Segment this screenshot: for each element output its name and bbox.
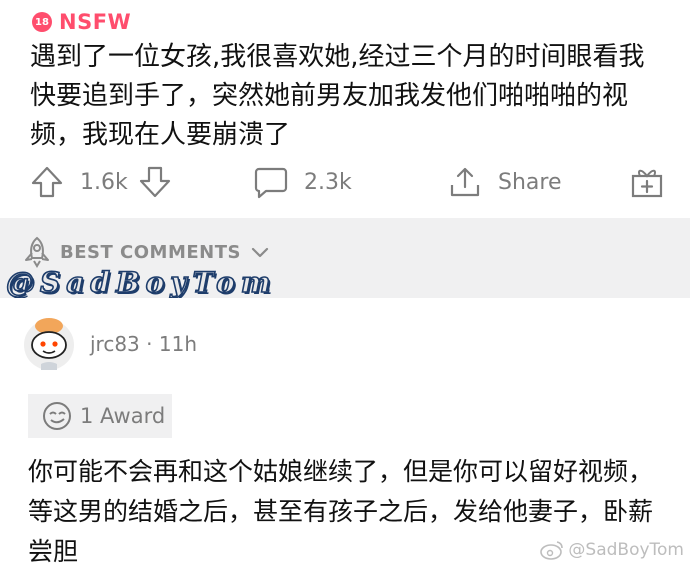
post-card: 18 NSFW 遇到了一位女孩,我很喜欢她,经过三个月的时间眼看我快要追到手了，… [0, 0, 690, 218]
upvote-button[interactable] [30, 160, 64, 204]
post-action-bar: 1.6k 2.3k Share [0, 160, 690, 204]
sort-label: BEST COMMENTS [60, 241, 241, 263]
share-label: Share [498, 169, 562, 195]
comment-username[interactable]: jrc83 [90, 332, 140, 356]
award-icon [43, 402, 71, 430]
comment-bubble-icon [254, 167, 288, 199]
gift-icon [631, 169, 663, 198]
award-badge[interactable]: 1 Award [28, 394, 172, 438]
meta-separator: · [146, 332, 153, 356]
comment-age: 11h [158, 332, 197, 356]
chevron-down-icon [251, 247, 269, 258]
comment-count: 2.3k [304, 169, 352, 195]
share-button[interactable]: Share [448, 160, 562, 204]
comments-button[interactable]: 2.3k [254, 160, 352, 204]
nsfw-18-icon: 18 [32, 12, 52, 32]
rocket-icon [25, 236, 49, 268]
weibo-logo-icon [540, 541, 564, 560]
sort-comments-button[interactable]: BEST COMMENTS [22, 236, 271, 268]
award-button[interactable] [630, 160, 664, 204]
upvote-icon [31, 166, 63, 198]
comment-meta: jrc83 · 11h [90, 332, 197, 356]
weibo-watermark: @SadBoyTom [540, 540, 684, 560]
comment: jrc83 · 11h 1 Award 你可能不会再和这个姑娘继续了，但是你可以… [0, 298, 690, 566]
weibo-handle: @SadBoyTom [568, 540, 684, 560]
watermark-handle: @SadBoyTom [5, 265, 277, 300]
downvote-button[interactable] [138, 160, 172, 204]
award-label: 1 Award [80, 404, 166, 428]
nsfw-tag: 18 NSFW [32, 10, 131, 34]
vote-score: 1.6k [80, 169, 128, 195]
avatar-icon [24, 318, 74, 370]
post-title[interactable]: 遇到了一位女孩,我很喜欢她,经过三个月的时间眼看我快要追到手了，突然她前男友加我… [30, 38, 670, 155]
nsfw-label: NSFW [59, 10, 132, 34]
share-icon [450, 167, 480, 197]
downvote-icon [139, 166, 171, 198]
